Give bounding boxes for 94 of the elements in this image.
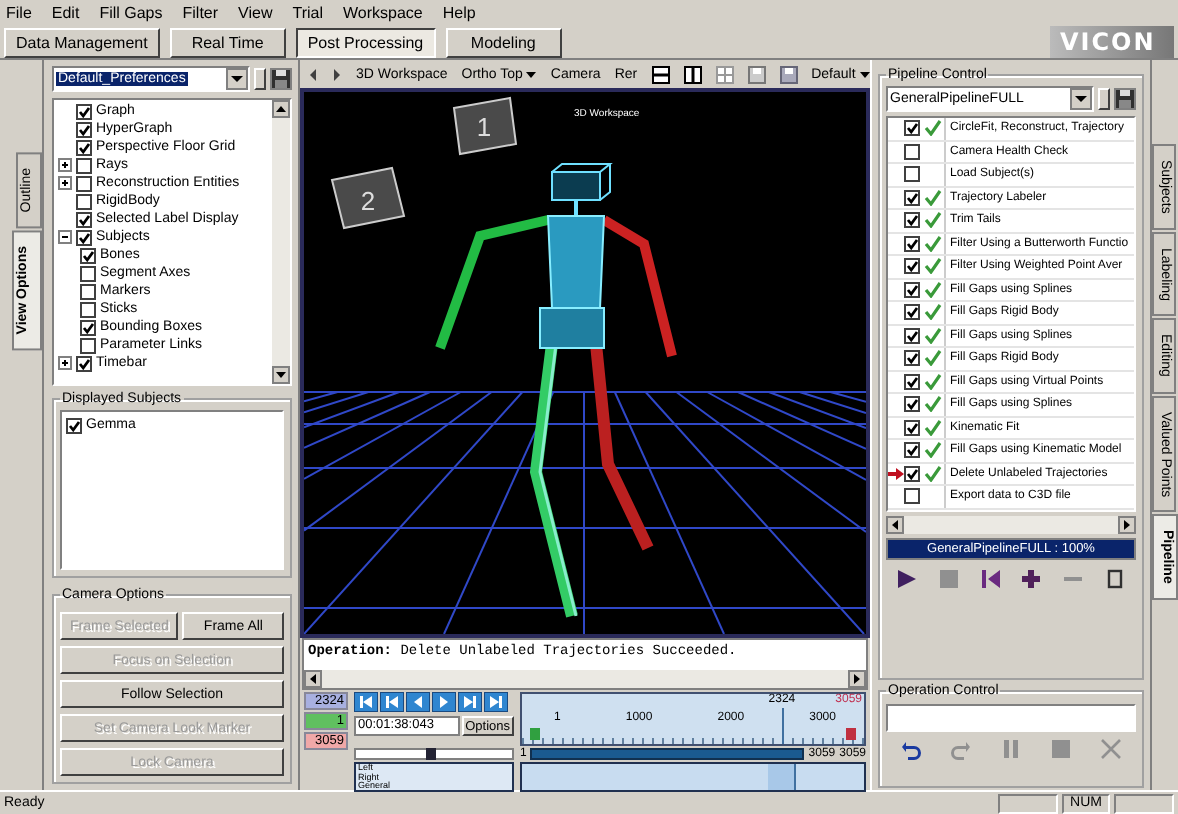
checkbox[interactable] (76, 355, 92, 371)
checkbox[interactable] (904, 419, 920, 436)
forward-arrow-icon[interactable] (332, 67, 342, 81)
vertical-scrollbar[interactable] (272, 100, 290, 384)
checkbox[interactable] (904, 120, 920, 137)
caret-icon (859, 71, 870, 77)
start-marker[interactable] (530, 728, 540, 740)
skip-start-button[interactable] (354, 692, 378, 712)
step-forward-button[interactable] (458, 692, 482, 712)
checkbox[interactable] (76, 157, 92, 173)
checkbox[interactable] (904, 350, 920, 367)
split-horizontal-icon[interactable] (651, 65, 670, 83)
checkbox[interactable] (76, 175, 92, 191)
split-vertical-icon[interactable] (683, 65, 702, 83)
checkbox[interactable] (904, 396, 920, 413)
checkbox[interactable] (80, 337, 96, 353)
end-marker[interactable] (846, 728, 856, 740)
scroll-left-arrow-icon[interactable] (886, 515, 904, 533)
back-arrow-icon[interactable] (308, 67, 318, 81)
caret-icon (526, 71, 537, 77)
scroll-up-arrow-icon[interactable] (272, 100, 290, 118)
checkbox[interactable] (904, 442, 920, 459)
menu-item[interactable]: File (6, 4, 32, 22)
menu-item[interactable]: Fill Gaps (99, 4, 163, 22)
checkbox[interactable] (904, 304, 920, 321)
checkbox[interactable] (80, 301, 96, 317)
plus-icon[interactable] (1020, 568, 1043, 590)
checkbox[interactable] (76, 229, 92, 245)
menu-item[interactable]: Help (442, 4, 476, 22)
play-button[interactable] (432, 692, 456, 712)
checkbox[interactable] (80, 247, 96, 263)
slider-thumb[interactable] (426, 748, 437, 760)
expand-toggle[interactable] (58, 230, 72, 244)
checkbox[interactable] (80, 265, 96, 281)
play-icon[interactable] (895, 568, 918, 590)
checkbox[interactable] (76, 211, 92, 227)
mode-tab[interactable]: Real Time (169, 27, 286, 57)
undo-icon[interactable] (900, 737, 922, 759)
checkbox[interactable] (904, 235, 920, 252)
checkbox[interactable] (76, 103, 92, 119)
scroll-left-arrow-icon[interactable] (304, 670, 322, 688)
scrub-slider[interactable] (354, 748, 514, 760)
save-layout-icon[interactable] (747, 65, 766, 83)
save-all-icon[interactable] (779, 65, 798, 83)
mode-tab[interactable]: Data Management (4, 27, 160, 57)
step-back-button[interactable] (380, 692, 404, 712)
camera-marker: 1 (452, 96, 518, 156)
menu-item[interactable]: Edit (51, 4, 80, 22)
checkbox[interactable] (904, 166, 920, 183)
grid-layout-icon[interactable] (715, 65, 734, 83)
save-icon[interactable] (1114, 88, 1136, 110)
menu-item[interactable]: Workspace (343, 4, 423, 22)
dropdown-button[interactable] (1070, 88, 1092, 110)
checkbox[interactable] (904, 212, 920, 229)
scroll-down-arrow-icon[interactable] (272, 366, 290, 384)
checkbox[interactable] (904, 373, 920, 390)
checkbox[interactable] (80, 319, 96, 335)
save-icon[interactable] (270, 68, 292, 90)
checkbox[interactable] (904, 488, 920, 505)
checkbox[interactable] (76, 139, 92, 155)
menu-item[interactable]: Filter (182, 4, 219, 22)
camera-marker: 2 (330, 166, 406, 230)
skip-end-button[interactable] (484, 692, 508, 712)
expand-toggle[interactable] (58, 176, 72, 190)
browse-button[interactable] (1098, 88, 1110, 110)
rewind-icon[interactable] (979, 568, 1002, 590)
mode-tab[interactable]: Modeling (445, 27, 562, 57)
checkbox[interactable] (66, 417, 82, 433)
status-panel (1114, 793, 1174, 813)
horizontal-scrollbar[interactable] (304, 670, 866, 688)
scroll-right-arrow-icon[interactable] (1118, 515, 1136, 533)
menu-item[interactable]: View (238, 4, 273, 22)
expand-toggle[interactable] (58, 158, 72, 172)
checkbox[interactable] (904, 465, 920, 482)
square-icon[interactable] (1104, 568, 1127, 590)
mode-tab[interactable]: Post Processing (295, 27, 436, 57)
checkbox[interactable] (76, 193, 92, 209)
checkbox[interactable] (904, 327, 920, 344)
status-panel (998, 793, 1059, 813)
operation-field[interactable] (886, 704, 1136, 732)
menu-item[interactable]: Trial (292, 4, 323, 22)
checkbox[interactable] (904, 143, 920, 160)
dropdown-button[interactable] (226, 68, 248, 90)
expand-toggle[interactable] (58, 356, 72, 370)
scroll-right-arrow-icon[interactable] (848, 670, 866, 688)
logo: VICON (1050, 26, 1174, 58)
checkbox[interactable] (904, 189, 920, 206)
horizontal-scrollbar[interactable] (886, 515, 1136, 533)
checkbox[interactable] (904, 281, 920, 298)
checkbox[interactable] (76, 121, 92, 137)
checkbox[interactable] (904, 258, 920, 275)
play-reverse-button[interactable] (406, 692, 430, 712)
checkbox[interactable] (80, 283, 96, 299)
browse-button[interactable] (254, 68, 266, 90)
